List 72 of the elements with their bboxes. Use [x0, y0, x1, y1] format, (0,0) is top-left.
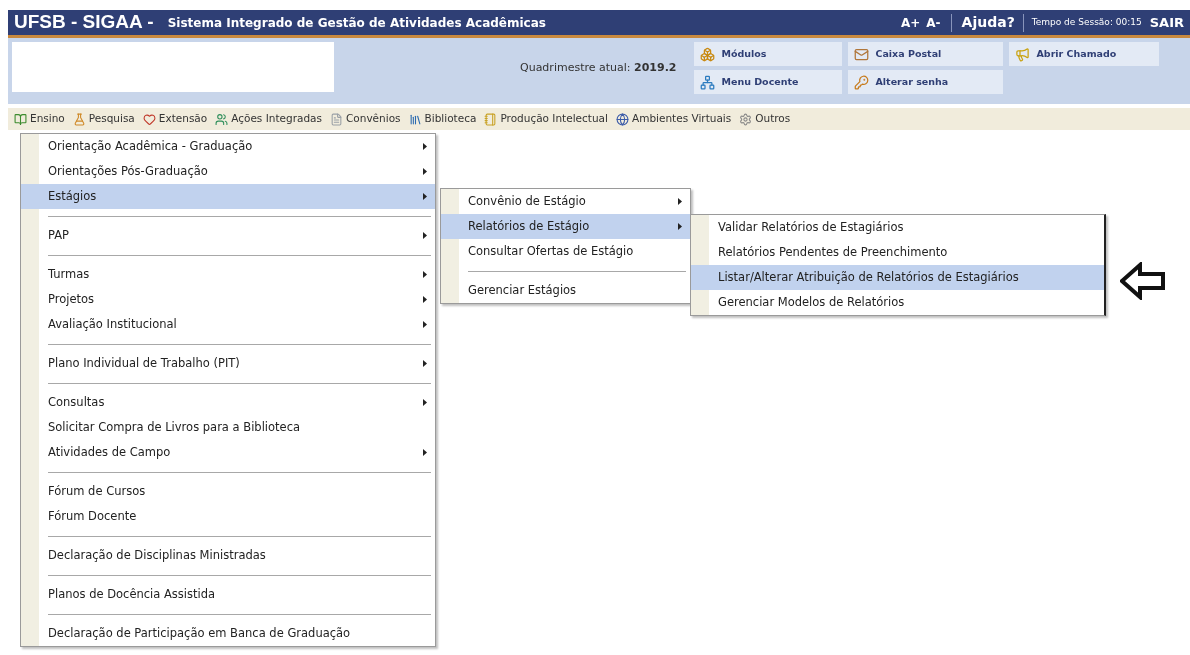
period-label: Quadrimestre atual: 2019.2	[520, 60, 677, 76]
menu-bar-item[interactable]: Outros	[739, 111, 791, 127]
menu-bar-item[interactable]: Biblioteca	[408, 111, 477, 127]
menu-item[interactable]: Orientações Pós-Graduação	[21, 159, 435, 184]
menu-item[interactable]: Planos de Docência Assistida	[21, 582, 435, 621]
boxes-icon	[700, 46, 716, 62]
document-icon	[330, 112, 343, 126]
submenu-arrow-icon	[423, 168, 427, 175]
submenu-arrow-icon	[423, 296, 427, 303]
font-decrease-button[interactable]: A-	[926, 13, 941, 32]
menu-item[interactable]: Relatórios Pendentes de Preenchimento	[691, 240, 1104, 265]
submenu-arrow-icon	[678, 198, 682, 205]
menu-bar-item[interactable]: Extensão	[142, 111, 208, 127]
menu-bar-item[interactable]: Ações Integradas	[215, 111, 322, 127]
mailbox-icon	[854, 46, 870, 62]
menu-item[interactable]: Relatórios de Estágio	[441, 214, 690, 239]
shortcut-button[interactable]: Abrir Chamado	[1009, 42, 1160, 66]
logout-link[interactable]: SAIR	[1149, 12, 1184, 33]
submenu-arrow-icon	[423, 449, 427, 456]
menu-item[interactable]: Gerenciar Modelos de Relatórios	[691, 290, 1104, 315]
left-arrow-icon	[1120, 262, 1166, 300]
menu-bar-item[interactable]: Convênios	[330, 111, 401, 127]
key-icon	[854, 74, 870, 90]
globe-icon	[615, 112, 629, 126]
menu-item[interactable]: Atividades de Campo	[21, 440, 435, 479]
menu-bar-item[interactable]: Produção Intelectual	[484, 111, 608, 127]
menu-bar-item[interactable]: Pesquisa	[72, 111, 135, 127]
people-icon	[215, 112, 229, 126]
menu-item[interactable]: Listar/Alterar Atribuição de Relatórios de Estagiários	[691, 265, 1104, 290]
submenu-arrow-icon	[423, 271, 427, 278]
menu-item[interactable]: Plano Individual de Trabalho (PIT)	[21, 351, 435, 390]
menu-item[interactable]: Solicitar Compra de Livros para a Biblioteca	[21, 415, 435, 440]
submenu-arrow-icon	[423, 360, 427, 367]
flask-icon	[72, 112, 86, 126]
menu-item[interactable]: Validar Relatórios de Estagiários	[691, 215, 1104, 240]
menu-item[interactable]: Avaliação Institucional	[21, 312, 435, 351]
gear-icon	[739, 112, 753, 126]
submenu-arrow-icon	[423, 143, 427, 150]
menu-item[interactable]: Fórum Docente	[21, 504, 435, 543]
system-subtitle: Sistema Integrado de Gestão de Atividades Acadêmicas	[167, 14, 546, 32]
shortcut-button[interactable]: Alterar senha	[848, 70, 1004, 94]
menu-item[interactable]: Fórum de Cursos	[21, 479, 435, 504]
menu-bar-item[interactable]: Ensino	[14, 111, 65, 127]
menu-item[interactable]: Consultar Ofertas de Estágio	[441, 239, 690, 278]
shortcut-button[interactable]: Módulos	[694, 42, 843, 66]
notebook-icon	[484, 112, 498, 126]
menu-item[interactable]: Declaração de Disciplinas Ministradas	[21, 543, 435, 582]
help-link[interactable]: Ajuda?	[961, 12, 1015, 33]
menu-bar-item[interactable]: Ambientes Virtuais	[615, 111, 732, 127]
submenu-arrow-icon	[423, 399, 427, 406]
submenu-arrow-icon	[423, 232, 427, 239]
book-icon	[14, 112, 27, 126]
menu-item[interactable]: PAP	[21, 223, 435, 262]
shortcut-button[interactable]: Menu Docente	[694, 70, 843, 94]
menu-item[interactable]: Turmas	[21, 262, 435, 287]
menu-item[interactable]: Consultas	[21, 390, 435, 415]
heart-icon	[142, 112, 156, 126]
menu-item[interactable]: Declaração de Participação em Banca de Graduação	[21, 621, 435, 646]
font-increase-button[interactable]: A+	[900, 13, 921, 32]
submenu-arrow-icon	[423, 321, 427, 328]
system-name: UFSB - SIGAA -	[14, 10, 154, 35]
book-icon	[408, 112, 422, 126]
network-icon	[700, 74, 716, 90]
megaphone-icon	[1015, 46, 1031, 62]
submenu-arrow-icon	[423, 193, 427, 200]
menu-item[interactable]: Orientação Acadêmica - Graduação	[21, 134, 435, 159]
shortcut-button[interactable]: Caixa Postal	[848, 42, 1004, 66]
menu-item[interactable]: Projetos	[21, 287, 435, 312]
menu-item[interactable]: Gerenciar Estágios	[441, 278, 690, 303]
menu-item[interactable]: Convênio de Estágio	[441, 189, 690, 214]
session-time: Tempo de Sessão: 00:15	[1031, 15, 1142, 29]
submenu-arrow-icon	[678, 223, 682, 230]
